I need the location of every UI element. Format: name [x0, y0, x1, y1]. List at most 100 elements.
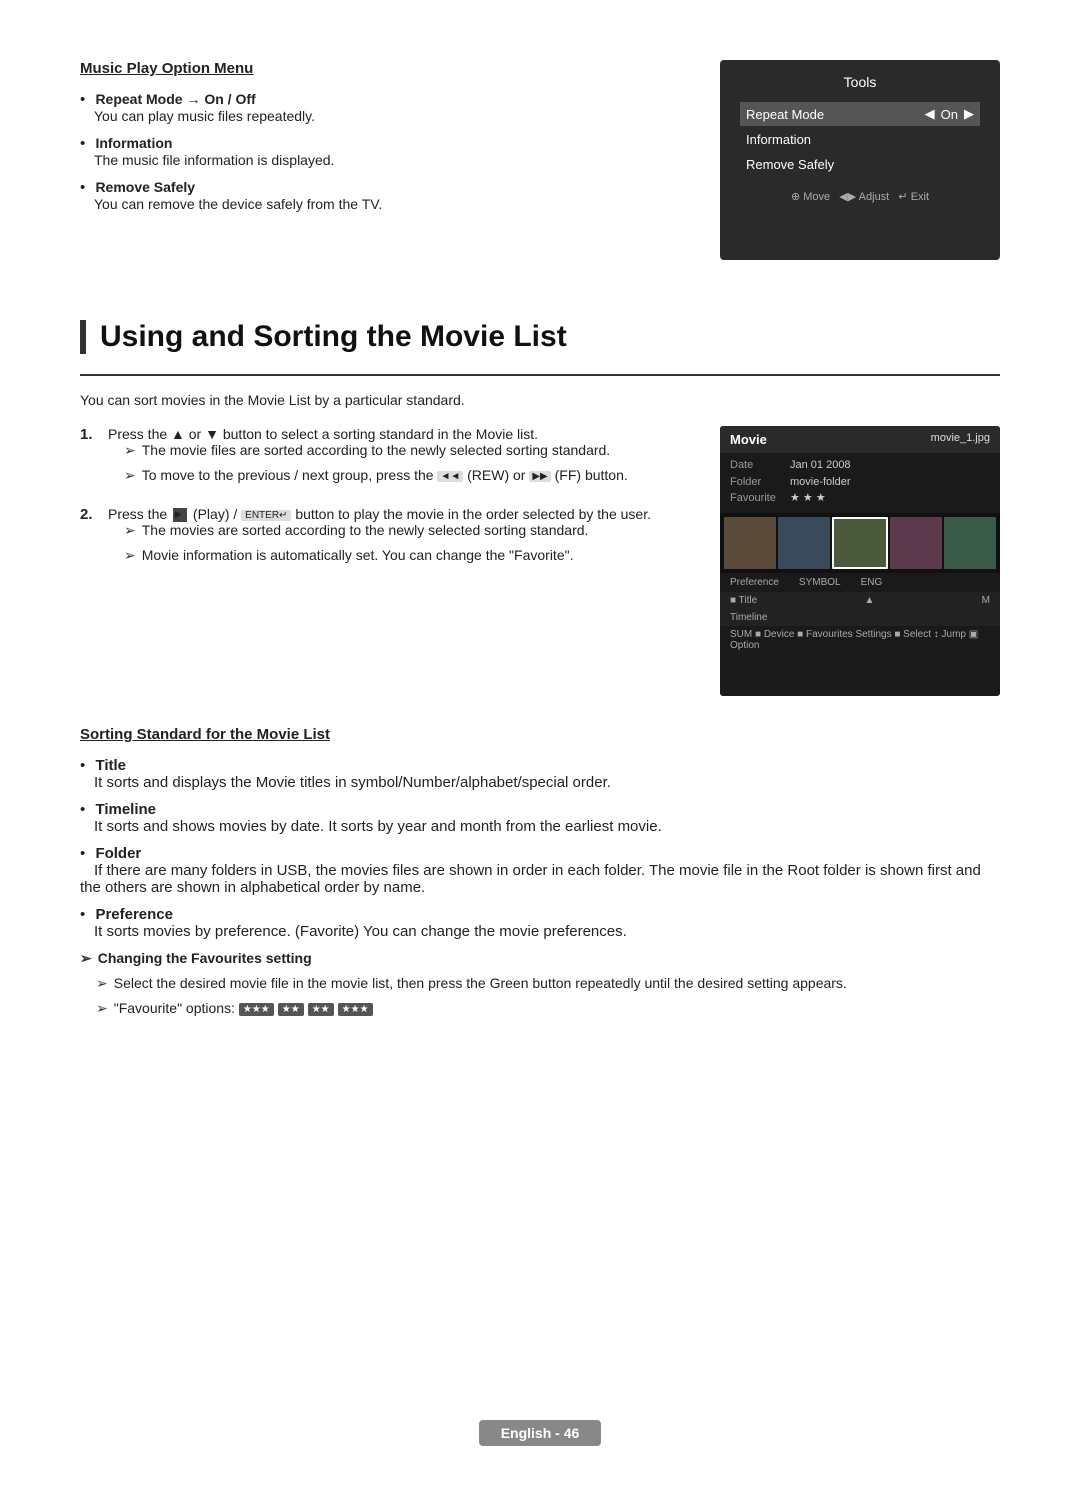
page: Music Play Option Menu • Repeat Mode → O… — [0, 0, 1080, 1486]
fav-opt-1: ★★★ — [239, 1003, 274, 1016]
music-bullet-3-label: Remove Safely — [95, 179, 195, 195]
footer-badge: English - 46 — [479, 1420, 602, 1446]
adjust-icon: ◀▶ — [839, 191, 856, 203]
music-bullet-3-desc: You can remove the device safely from th… — [94, 196, 382, 212]
movie-nav-bar: ■ Title ▲ M — [720, 592, 1000, 609]
thumb-3 — [832, 517, 888, 569]
music-bullet-3: • Remove Safely You can remove the devic… — [80, 179, 680, 213]
sort-folder: • Folder If there are many folders in US… — [80, 845, 1000, 896]
sort-title: • Title It sorts and displays the Movie … — [80, 757, 1000, 791]
music-bullet-2: • Information The music file information… — [80, 135, 680, 169]
left-arrow-icon: ◀ — [925, 106, 935, 122]
movie-info: Date Jan 01 2008 Folder movie-folder Fav… — [720, 453, 1000, 513]
fav-opt-3: ★★ — [308, 1003, 334, 1016]
movie-panel-filename: movie_1.jpg — [931, 432, 990, 447]
movie-timeline-bar: Timeline — [720, 609, 1000, 626]
sorting-section: Sorting Standard for the Movie List • Ti… — [80, 726, 1000, 1017]
sort-preference: Preference — [730, 577, 779, 588]
arrow-sym-1: ➢ — [124, 442, 136, 459]
music-text: Music Play Option Menu • Repeat Mode → O… — [80, 60, 680, 260]
changing-arrow-icon: ➢ — [80, 950, 92, 967]
movie-thumbs — [720, 513, 1000, 573]
step-2-arrow-2-text: Movie information is automatically set. … — [142, 547, 574, 564]
changing-fav-heading-row: ➢ Changing the Favourites setting — [80, 950, 1000, 967]
changing-fav-arrow-1-text: Select the desired movie file in the mov… — [114, 975, 847, 992]
step-1-num: 1. — [80, 426, 100, 492]
info-row-folder: Folder movie-folder — [730, 474, 990, 491]
sort-folder-label: Folder — [95, 845, 141, 862]
step-2-num: 2. — [80, 506, 100, 572]
step-2-arrow-1: ➢ The movies are sorted according to the… — [124, 522, 690, 539]
thumb-5 — [944, 517, 996, 569]
step-1-arrow-1-text: The movie files are sorted according to … — [142, 442, 610, 459]
bullet-dot-2: • — [80, 135, 85, 152]
bullet-dot: • — [80, 91, 85, 108]
music-bullet-1: • Repeat Mode → On / Off You can play mu… — [80, 91, 680, 125]
movie-section: 1. Press the ▲ or ▼ button to select a s… — [80, 426, 1000, 696]
move-icon: ⊕ — [791, 191, 800, 203]
tools-remove-label: Remove Safely — [746, 157, 974, 172]
step-1: 1. Press the ▲ or ▼ button to select a s… — [80, 426, 690, 492]
arrow-sym-3: ➢ — [124, 522, 136, 539]
tools-repeat-value: ◀ On ▶ — [925, 106, 974, 122]
music-section-heading: Music Play Option Menu — [80, 60, 680, 77]
fav-opt-4: ★★★ — [338, 1003, 373, 1016]
info-key-date: Date — [730, 457, 780, 474]
tools-row-info: Information — [740, 128, 980, 151]
sort-timeline-label: Timeline — [95, 801, 156, 818]
sort-timeline-desc: It sorts and shows movies by date. It so… — [94, 818, 662, 835]
movie-panel-header: Movie movie_1.jpg — [720, 426, 1000, 453]
changing-arrow-2-icon: ➢ — [96, 1000, 108, 1017]
tools-row-repeat: Repeat Mode ◀ On ▶ — [740, 102, 980, 126]
timeline-label: Timeline — [730, 612, 767, 623]
movie-sort-bar: Preference SYMBOL ENG — [720, 573, 1000, 592]
sort-pref-desc: It sorts movies by preference. (Favorite… — [94, 923, 627, 940]
tools-panel: Tools Repeat Mode ◀ On ▶ Information Rem… — [720, 60, 1000, 260]
arrow-sym-4: ➢ — [124, 547, 136, 564]
changing-arrow-1-icon: ➢ — [96, 975, 108, 992]
info-val-folder: movie-folder — [790, 474, 851, 491]
movie-panel: Movie movie_1.jpg Date Jan 01 2008 Folde… — [720, 426, 1000, 696]
sort-preference: • Preference It sorts movies by preferen… — [80, 906, 1000, 940]
info-key-folder: Folder — [730, 474, 780, 491]
bottom-content: SUM ■ Device ■ Favourites Settings ■ Sel… — [730, 629, 978, 651]
info-val-date: Jan 01 2008 — [790, 457, 851, 474]
tools-info-label: Information — [746, 132, 974, 147]
play-btn — [173, 508, 187, 522]
arrow-sym-2: ➢ — [124, 467, 136, 484]
step-1-arrow-2: ➢ To move to the previous / next group, … — [124, 467, 690, 484]
step-1-text: Press the ▲ or ▼ button to select a sort… — [108, 426, 538, 442]
music-section: Music Play Option Menu • Repeat Mode → O… — [80, 60, 1000, 260]
sort-title-label: Title — [95, 757, 126, 774]
sort-symbol: SYMBOL — [799, 577, 841, 588]
movie-panel-title: Movie — [730, 432, 767, 447]
step-1-content: Press the ▲ or ▼ button to select a sort… — [108, 426, 690, 492]
exit-icon: ↵ — [898, 191, 907, 203]
rew-btn: ◄◄ — [437, 471, 463, 482]
step-2-arrow-2: ➢ Movie information is automatically set… — [124, 547, 690, 564]
changing-fav-heading: Changing the Favourites setting — [98, 950, 312, 967]
tools-repeat-label: Repeat Mode — [746, 107, 925, 122]
changing-fav-options-text: "Favourite" options: ★★★ ★★ ★★ ★★★ — [114, 1000, 373, 1017]
music-bullet-1-desc: You can play music files repeatedly. — [94, 108, 315, 124]
music-bullet-1-label: Repeat Mode → On / Off — [95, 91, 255, 107]
changing-fav-arrow-2: ➢ "Favourite" options: ★★★ ★★ ★★ ★★★ — [96, 1000, 1000, 1017]
movie-bottom-bar: SUM ■ Device ■ Favourites Settings ■ Sel… — [720, 626, 1000, 654]
changing-fav-arrow-1: ➢ Select the desired movie file in the m… — [96, 975, 1000, 992]
info-row-date: Date Jan 01 2008 — [730, 457, 990, 474]
step-2-text: Press the (Play) / ENTER↵ button to play… — [108, 506, 651, 522]
info-row-fav: Favourite ★ ★ ★ — [730, 490, 990, 507]
movie-text: 1. Press the ▲ or ▼ button to select a s… — [80, 426, 690, 696]
bullet-dot-3: • — [80, 179, 85, 196]
info-val-fav: ★ ★ ★ — [790, 490, 826, 507]
step-2-content: Press the (Play) / ENTER↵ button to play… — [108, 506, 690, 572]
fav-options: ★★★ ★★ ★★ ★★★ — [239, 1003, 373, 1016]
page-footer: English - 46 — [0, 1420, 1080, 1446]
tools-row-remove: Remove Safely — [740, 153, 980, 176]
chapter-divider — [80, 374, 1000, 376]
enter-btn: ENTER↵ — [241, 510, 291, 521]
right-arrow-icon: ▶ — [964, 106, 974, 122]
sort-title-desc: It sorts and displays the Movie titles i… — [94, 774, 611, 791]
info-key-fav: Favourite — [730, 490, 780, 507]
thumb-2 — [778, 517, 830, 569]
